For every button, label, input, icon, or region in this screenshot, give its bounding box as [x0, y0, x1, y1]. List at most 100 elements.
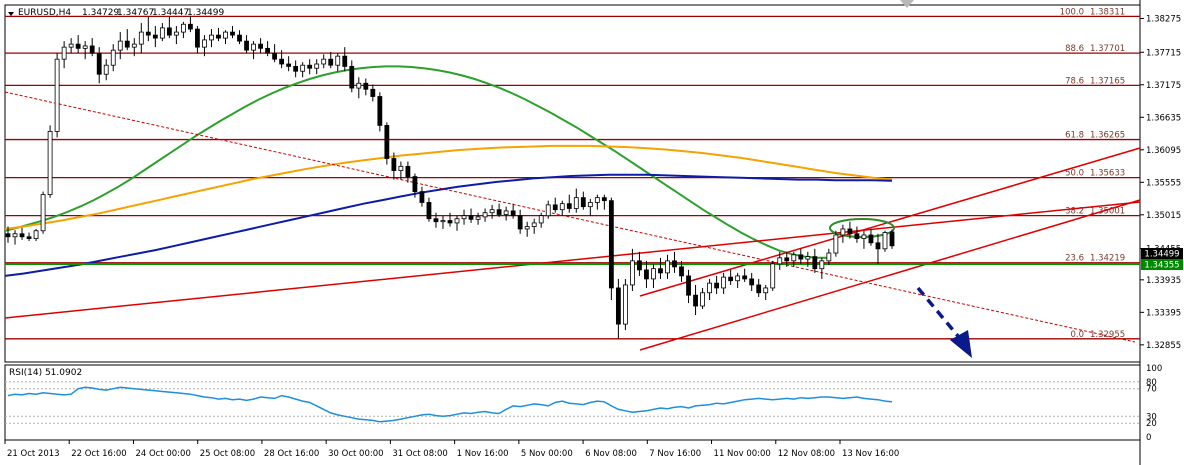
fib-price-label: 1.35001 — [1090, 207, 1125, 217]
candle-body — [223, 31, 228, 39]
candle-body — [426, 202, 432, 220]
candle-body — [798, 254, 804, 260]
candle-body — [538, 215, 544, 224]
candle-body — [405, 165, 411, 177]
candle-body — [152, 34, 158, 39]
candle-body — [419, 191, 425, 203]
candle-body — [756, 284, 762, 294]
rsi-axis-ticks: 100807030200 — [1146, 364, 1162, 443]
candle-body — [510, 210, 516, 217]
candle-body — [110, 49, 116, 66]
rsi-label: RSI(14) 51.0902 — [9, 368, 82, 378]
candle-body — [805, 256, 811, 260]
time-tick-label: 24 Oct 00:00 — [135, 449, 190, 459]
price-tick-label: 1.32855 — [1146, 341, 1181, 351]
candle-body — [854, 233, 860, 239]
candle-body — [230, 31, 235, 36]
candle-body — [482, 212, 488, 218]
candle-body — [454, 218, 460, 224]
header-open: 1.34729 — [82, 8, 119, 18]
candle-body — [68, 43, 74, 48]
fib-ratio-label: 88.6 — [1065, 44, 1084, 54]
candle-body — [728, 276, 734, 282]
price-axis-ticks: 1.38275 1.37715 1.37175 1.36635 1.36095 1.355… — [1140, 15, 1181, 351]
candle-body — [812, 256, 818, 270]
green-level-label: 1.34355 — [1144, 261, 1179, 271]
candle-body — [433, 218, 439, 223]
fib-ratio-label: 23.6 — [1065, 254, 1084, 264]
candle-body — [875, 242, 881, 250]
candle-body — [882, 232, 888, 250]
candle-body — [531, 222, 537, 227]
candle-body — [216, 34, 221, 39]
candle-body — [594, 197, 600, 203]
current-price-label: 1.34499 — [1144, 250, 1179, 260]
long-support-trendline — [4, 201, 1141, 319]
green-level-badge: 1.34355 — [1141, 259, 1183, 271]
price-tick-label: 1.36095 — [1146, 146, 1181, 156]
symbol-dropdown-icon[interactable] — [8, 12, 14, 16]
candle-body — [461, 215, 467, 220]
time-tick-label: 5 Nov 00:00 — [521, 449, 573, 459]
candle-body — [651, 268, 656, 280]
fib-ratio-label: 61.8 — [1065, 131, 1084, 141]
candle-body — [195, 28, 200, 48]
time-tick-label: 13 Nov 16:00 — [842, 449, 899, 459]
fib-price-label: 1.37165 — [1090, 76, 1125, 86]
forecast-arrow — [916, 286, 972, 358]
candle-body — [173, 31, 179, 36]
candle-body — [489, 209, 495, 214]
candle-body — [658, 268, 663, 274]
time-tick-label: 11 Nov 00:00 — [714, 449, 771, 459]
candle-body — [601, 197, 607, 202]
candle-body — [328, 58, 334, 66]
candle-body — [447, 220, 453, 224]
candle-body — [622, 284, 628, 325]
price-tick-label: 1.38275 — [1146, 15, 1181, 25]
rsi-tick-label: 70 — [1146, 385, 1157, 395]
time-tick-label: 6 Nov 08:00 — [585, 449, 637, 459]
fib-ratio-label: 100.0 — [1060, 7, 1084, 17]
candle-body — [356, 82, 362, 89]
candle-body — [180, 23, 186, 33]
candle-body — [826, 252, 832, 262]
fib-price-label: 1.35633 — [1090, 169, 1125, 179]
chart-canvas: 100.0 1.38311 88.6 1.37701 78.6 1.37165 61.8 1.… — [4, 0, 1183, 465]
candle-body — [370, 88, 376, 97]
candle-body — [847, 228, 853, 235]
candle-body — [861, 234, 867, 239]
candle-body — [209, 34, 214, 41]
candle-body — [573, 197, 579, 209]
fib-price-label: 1.38311 — [1090, 7, 1125, 17]
price-tick-label: 1.35555 — [1146, 178, 1181, 188]
price-tick-label: 1.35015 — [1146, 211, 1181, 221]
price-tick-label: 1.33395 — [1146, 308, 1181, 318]
candle-body — [693, 294, 698, 307]
candle-body — [103, 64, 109, 75]
candle-body — [784, 257, 790, 262]
candle-body — [700, 292, 705, 307]
candle-body — [237, 34, 242, 42]
candle-body — [791, 254, 797, 262]
candle-body — [868, 234, 874, 244]
price-tick-label: 1.33935 — [1146, 276, 1181, 286]
candle-body — [251, 43, 256, 51]
candle-body — [244, 40, 249, 51]
candle-body — [714, 282, 720, 289]
candle-body — [314, 63, 320, 69]
candle-body — [637, 260, 642, 271]
candle-body — [440, 220, 446, 223]
candle-body — [124, 40, 130, 48]
time-tick-label: 7 Nov 16:00 — [649, 449, 701, 459]
candle-body — [630, 260, 635, 286]
header-low: 1.34447 — [152, 8, 189, 18]
candle-body — [580, 197, 586, 208]
shift-marker-icon[interactable] — [900, 0, 914, 8]
candle-body — [749, 278, 755, 286]
candle-body — [552, 204, 558, 211]
candle-body — [54, 58, 60, 132]
candle-body — [707, 282, 712, 294]
candle-body — [26, 236, 32, 239]
time-axis-labels: 21 Oct 2013 22 Oct 16:00 24 Oct 00:00 25 Oc… — [4, 440, 899, 459]
moving-averages — [4, 65, 893, 277]
